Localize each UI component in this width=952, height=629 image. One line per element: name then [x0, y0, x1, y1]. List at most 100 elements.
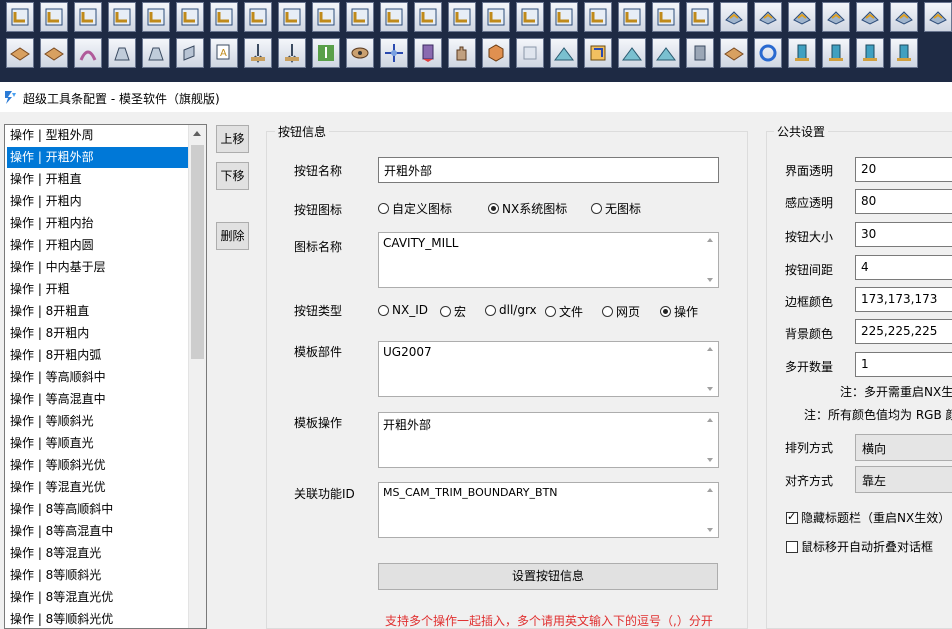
cavity-mill-icon[interactable] — [40, 2, 68, 32]
list-item[interactable]: 操作 | 开粗内抬 — [7, 213, 193, 234]
list-item[interactable]: 操作 | 开粗直 — [7, 169, 193, 190]
scroll-down-arrow-icon[interactable] — [707, 278, 713, 282]
radio-no-icon[interactable]: 无图标 — [591, 200, 641, 217]
auto-fold-checkbox[interactable]: 鼠标移开自动折叠对话框 — [786, 538, 933, 555]
mountain-icon[interactable] — [618, 38, 646, 68]
contour-icon[interactable] — [142, 38, 170, 68]
cavity-mill-icon[interactable] — [74, 2, 102, 32]
list-item[interactable]: 操作 | 开粗 — [7, 279, 193, 300]
template-part-textarea[interactable]: UG2007 — [378, 341, 719, 397]
scroll-up-arrow-icon[interactable] — [193, 131, 201, 136]
wall-icon[interactable] — [176, 38, 204, 68]
radio-type-operation[interactable]: 操作 — [660, 303, 698, 320]
move-up-button[interactable]: 上移 — [216, 125, 249, 153]
list-item[interactable]: 操作 | 开粗内 — [7, 191, 193, 212]
textarea-scrollbar[interactable] — [704, 485, 716, 535]
list-item[interactable]: 操作 | 8等顺斜光 — [7, 565, 193, 586]
scroll-up-arrow-icon[interactable] — [707, 238, 713, 242]
radio-type-web[interactable]: 网页 — [602, 303, 640, 320]
hand-icon[interactable] — [448, 38, 476, 68]
size-input[interactable]: 30 — [855, 222, 952, 247]
cutter-icon[interactable] — [414, 38, 442, 68]
list-item[interactable]: 操作 | 等高混直中 — [7, 389, 193, 410]
radio-type-dll[interactable]: dll/grx — [485, 303, 537, 317]
list-item[interactable]: 操作 | 等顺斜光 — [7, 411, 193, 432]
list-item[interactable]: 操作 | 8等高顺斜中 — [7, 499, 193, 520]
scroll-down-arrow-icon[interactable] — [707, 458, 713, 462]
radio-type-nxid[interactable]: NX_ID — [378, 303, 428, 317]
cavity-mill-icon[interactable] — [142, 2, 170, 32]
list-item[interactable]: 操作 | 等顺直光 — [7, 433, 193, 454]
eye-icon[interactable] — [346, 38, 374, 68]
textarea-scrollbar[interactable] — [704, 344, 716, 394]
cavity-mill-icon[interactable] — [312, 2, 340, 32]
cavity-mill-icon[interactable] — [108, 2, 136, 32]
mountain-icon[interactable] — [652, 38, 680, 68]
cavity-mill-icon[interactable] — [176, 2, 204, 32]
post-icon[interactable] — [788, 38, 816, 68]
cavity-mill-icon[interactable] — [448, 2, 476, 32]
arrange-select[interactable]: 横向 — [855, 434, 952, 461]
zlevel-icon[interactable] — [890, 2, 918, 32]
pocket-icon[interactable] — [312, 38, 340, 68]
scroll-up-arrow-icon[interactable] — [707, 347, 713, 351]
text-engrave-icon[interactable]: A — [210, 38, 238, 68]
cavity-mill-icon[interactable] — [516, 2, 544, 32]
post-icon[interactable] — [856, 38, 884, 68]
chamfer-icon[interactable] — [584, 38, 612, 68]
list-item[interactable]: 操作 | 等高顺斜中 — [7, 367, 193, 388]
drill-icon[interactable] — [278, 38, 306, 68]
zlevel-icon[interactable] — [788, 2, 816, 32]
list-item[interactable]: 操作 | 8等混直光 — [7, 543, 193, 564]
list-item[interactable]: 操作 | 8等顺斜光优 — [7, 609, 193, 628]
blank-icon[interactable] — [516, 38, 544, 68]
zlevel-icon[interactable] — [822, 2, 850, 32]
list-item[interactable]: 操作 | 8等高混直中 — [7, 521, 193, 542]
drill-icon[interactable] — [244, 38, 272, 68]
move-down-button[interactable]: 下移 — [216, 162, 249, 190]
scroll-up-arrow-icon[interactable] — [707, 418, 713, 422]
cavity-mill-icon[interactable] — [278, 2, 306, 32]
list-item[interactable]: 操作 | 8开粗内弧 — [7, 345, 193, 366]
prism-icon[interactable] — [686, 38, 714, 68]
bg-color-input[interactable]: 225,225,225 — [855, 319, 952, 344]
contour-icon[interactable] — [108, 38, 136, 68]
list-item[interactable]: 操作 | 等顺斜光优 — [7, 455, 193, 476]
cavity-mill-icon[interactable] — [686, 2, 714, 32]
scroll-down-arrow-icon[interactable] — [707, 387, 713, 391]
set-button-info-button[interactable]: 设置按钮信息 — [378, 563, 718, 590]
list-item[interactable]: 操作 | 开粗外部 — [7, 147, 193, 168]
list-item[interactable]: 操作 | 8开粗直 — [7, 301, 193, 322]
zlevel-icon[interactable] — [720, 2, 748, 32]
textarea-scrollbar[interactable] — [704, 415, 716, 465]
plate-icon[interactable] — [40, 38, 68, 68]
list-item[interactable]: 操作 | 型粗外周 — [7, 125, 193, 146]
scroll-up-arrow-icon[interactable] — [707, 488, 713, 492]
func-id-textarea[interactable]: MS_CAM_TRIM_BOUNDARY_BTN — [378, 482, 719, 538]
zlevel-icon[interactable] — [924, 2, 952, 32]
list-item[interactable]: 操作 | 8等混直光优 — [7, 587, 193, 608]
cavity-mill-icon[interactable] — [550, 2, 578, 32]
post-icon[interactable] — [822, 38, 850, 68]
plate-icon[interactable] — [6, 38, 34, 68]
multi-count-input[interactable]: 1 — [855, 352, 952, 377]
rotate-icon[interactable] — [754, 38, 782, 68]
radio-custom-icon[interactable]: 自定义图标 — [378, 200, 452, 217]
cavity-mill-icon[interactable] — [414, 2, 442, 32]
cavity-mill-icon[interactable] — [482, 2, 510, 32]
delete-button[interactable]: 删除 — [216, 222, 249, 250]
list-item[interactable]: 操作 | 中内基于层 — [7, 257, 193, 278]
move-icon[interactable] — [380, 38, 408, 68]
operation-list[interactable]: 操作 | 型粗外周 操作 | 开粗外部 操作 | 开粗直 操作 | 开粗内 操作 | 开… — [4, 124, 207, 629]
cavity-mill-icon[interactable] — [210, 2, 238, 32]
mountain-icon[interactable] — [550, 38, 578, 68]
scroll-down-arrow-icon[interactable] — [707, 528, 713, 532]
sense-input[interactable]: 80 — [855, 189, 952, 214]
hide-title-checkbox[interactable]: 隐藏标题栏（重启NX生效） — [786, 509, 950, 526]
cavity-mill-icon[interactable] — [380, 2, 408, 32]
cavity-mill-icon[interactable] — [346, 2, 374, 32]
zlevel-icon[interactable] — [754, 2, 782, 32]
list-scrollbar[interactable] — [188, 125, 206, 628]
zlevel-icon[interactable] — [856, 2, 884, 32]
list-item[interactable]: 操作 | 等混直光优 — [7, 477, 193, 498]
